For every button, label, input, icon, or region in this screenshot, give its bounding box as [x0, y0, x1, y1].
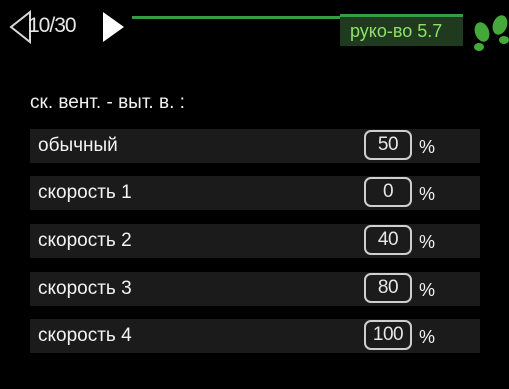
- value-field[interactable]: 100: [364, 320, 412, 350]
- row-label: обычный: [38, 135, 118, 156]
- section-title: ск. вент. - выт. в. :: [30, 92, 185, 113]
- value-field[interactable]: 0: [364, 177, 412, 207]
- row-label: скорость 1: [38, 182, 132, 203]
- unit-label: %: [419, 184, 436, 204]
- unit-label: %: [419, 137, 436, 157]
- header: 10/30 руко-во 5.7: [0, 0, 509, 60]
- setting-row-speed-4[interactable]: скорость 4 100 %: [30, 319, 480, 353]
- menu-label: руко-во 5.7: [350, 21, 443, 41]
- footsteps-icon: [474, 15, 509, 51]
- screen: 10/30 руко-во 5.7 ск. вент. - выт. в. : …: [0, 0, 509, 389]
- setting-row-normal[interactable]: обычный 50 %: [30, 129, 480, 163]
- setting-row-speed-2[interactable]: скорость 2 40 %: [30, 224, 480, 258]
- row-label: скорость 4: [38, 325, 132, 346]
- unit-label: %: [419, 327, 436, 347]
- row-label: скорость 3: [38, 278, 132, 299]
- unit-label: %: [419, 280, 436, 300]
- setting-row-speed-1[interactable]: скорость 1 0 %: [30, 176, 480, 210]
- menu-badge: руко-во 5.7: [340, 14, 463, 46]
- header-divider: [132, 16, 342, 19]
- setting-row-speed-3[interactable]: скорость 3 80 %: [30, 272, 480, 306]
- page-counter: 10/30: [28, 14, 77, 37]
- forward-arrow-icon[interactable]: [100, 10, 126, 44]
- value-field[interactable]: 50: [364, 130, 412, 160]
- row-label: скорость 2: [38, 230, 132, 251]
- unit-label: %: [419, 232, 436, 252]
- value-field[interactable]: 80: [364, 273, 412, 303]
- value-field[interactable]: 40: [364, 225, 412, 255]
